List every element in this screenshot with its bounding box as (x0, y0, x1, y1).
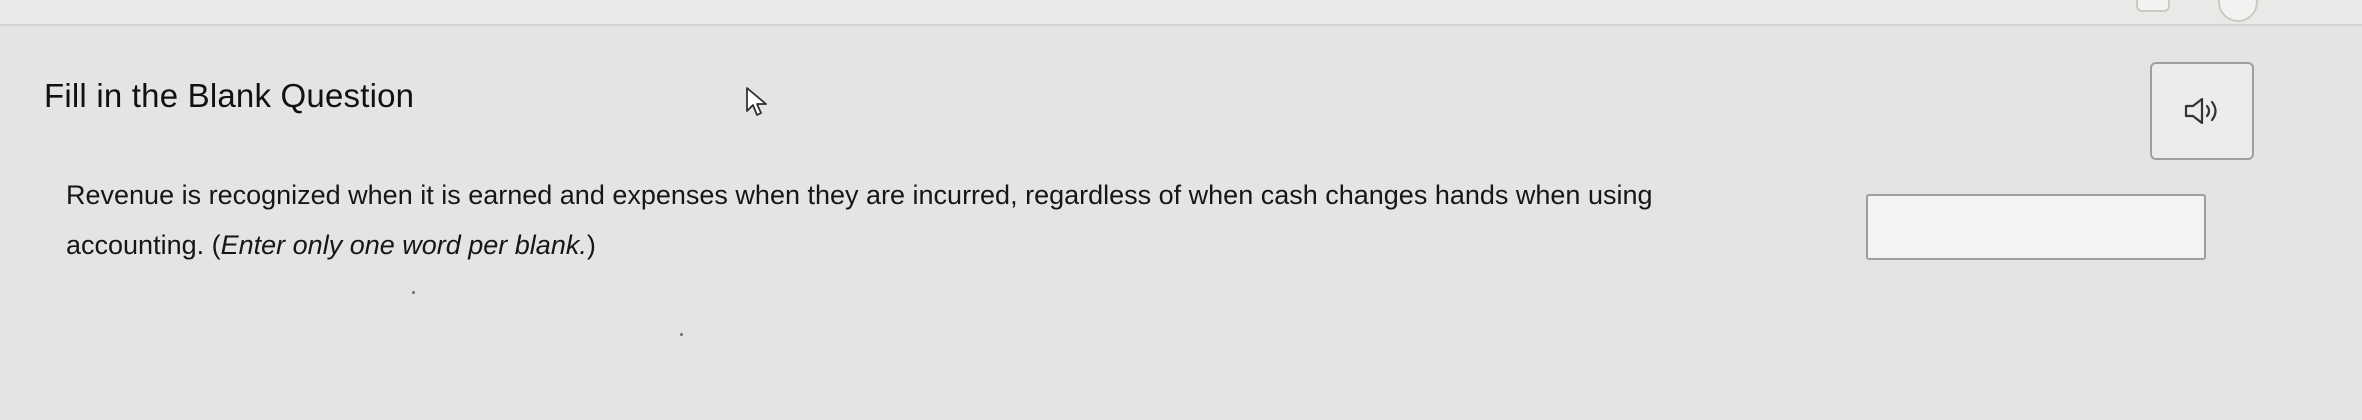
decorative-speck (412, 291, 415, 294)
mouse-pointer-icon (746, 87, 767, 116)
top-divider (0, 24, 2362, 26)
question-body: Revenue is recognized when it is earned … (66, 170, 1866, 270)
question-title: Fill in the Blank Question (44, 77, 415, 115)
instruction-close-paren: ) (586, 230, 596, 260)
top-toolbar-strip (0, 0, 2362, 24)
speaker-icon (2184, 97, 2217, 125)
question-text-after-blank: accounting. (Enter only one word per bla… (66, 220, 1866, 270)
accounting-text: accounting. (66, 230, 205, 260)
answer-blank-input[interactable] (1866, 194, 2206, 260)
instruction-open-paren: ( (211, 230, 221, 260)
instruction-text: Enter only one word per blank. (220, 230, 587, 260)
read-aloud-button[interactable] (2150, 62, 2254, 160)
decorative-speck (680, 333, 683, 336)
top-toolbar-control[interactable] (2136, 0, 2170, 12)
question-text-before-blank: Revenue is recognized when it is earned … (66, 180, 1653, 210)
